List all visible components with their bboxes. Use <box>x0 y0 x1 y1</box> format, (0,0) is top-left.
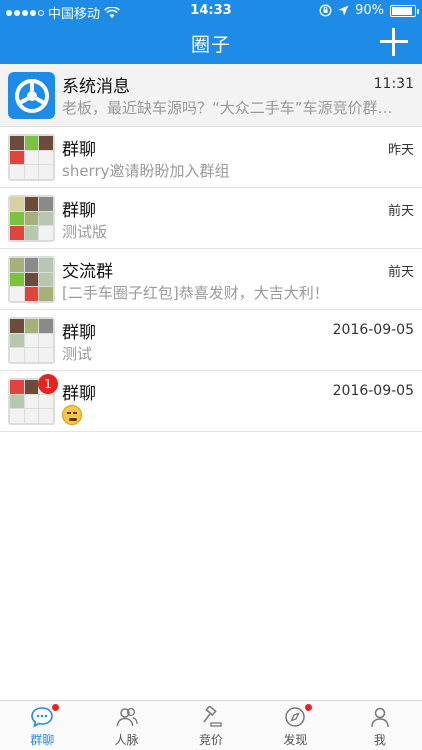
tab-bidding[interactable]: 竞价 <box>169 701 253 750</box>
angry-face-emoji-icon <box>62 405 82 425</box>
compass-icon <box>285 707 306 727</box>
tab-discover[interactable]: 发现 <box>253 701 337 750</box>
unread-badge: 1 <box>38 374 58 394</box>
chat-time: 2016-09-05 <box>332 322 414 338</box>
chat-row[interactable]: 群聊 测试版 前天 <box>0 188 422 249</box>
orientation-lock-icon <box>319 4 332 17</box>
chat-title: 交流群 <box>62 262 113 282</box>
page-title: 圈子 <box>190 34 231 56</box>
tab-label: 我 <box>373 733 386 747</box>
chat-time: 11:31 <box>373 76 414 92</box>
chat-bubble-icon <box>31 707 54 728</box>
chat-title: 系统消息 <box>62 77 130 97</box>
battery-level-fill <box>392 6 412 15</box>
tab-label: 人脉 <box>114 733 139 747</box>
chat-preview: 测试版 <box>62 223 108 241</box>
app-header: 中国移动 14:33 90% 圈子 <box>0 0 422 64</box>
tab-contacts[interactable]: 人脉 <box>84 701 168 750</box>
tab-me[interactable]: 我 <box>338 701 422 750</box>
chat-row[interactable]: 交流群 [二手车圈子红包]恭喜发财，大吉大利！ 前天 <box>0 249 422 310</box>
battery-icon <box>390 4 419 17</box>
chat-time: 前天 <box>387 204 414 219</box>
chat-row[interactable]: 1 群聊 2016-09-05 <box>0 371 422 432</box>
tab-group-chat[interactable]: 群聊 <box>0 701 84 750</box>
chat-preview: [二手车圈子红包]恭喜发财，大吉大利！ <box>62 284 329 302</box>
chat-title: 群聊 <box>62 323 96 343</box>
group-avatar <box>8 256 55 303</box>
battery-percent: 90% <box>355 3 384 18</box>
chat-time: 2016-09-05 <box>332 383 414 399</box>
bottom-tab-bar: 群聊 人脉 竞价 发现 我 <box>0 700 422 750</box>
tab-label: 竞价 <box>199 733 224 747</box>
status-right: 90% <box>319 3 419 18</box>
notification-dot <box>52 704 60 711</box>
notification-dot <box>305 704 313 711</box>
group-avatar <box>8 134 55 181</box>
chat-preview: 老板，最近缺车源吗？“大众二手车”车源竞价群… <box>62 99 393 117</box>
chat-preview: 测试 <box>62 345 93 363</box>
person-icon <box>371 707 389 728</box>
chat-title: 群聊 <box>62 201 96 221</box>
chat-time: 昨天 <box>387 143 414 158</box>
tab-label: 发现 <box>283 733 308 747</box>
chat-title: 群聊 <box>62 384 96 404</box>
chat-row[interactable]: 群聊 sherry邀请盼盼加入群组 昨天 <box>0 127 422 188</box>
chat-title: 群聊 <box>62 140 96 160</box>
chat-row[interactable]: 群聊 测试 2016-09-05 <box>0 310 422 371</box>
system-avatar-icon <box>8 72 55 119</box>
chat-row-system-message[interactable]: 系统消息 老板，最近缺车源吗？“大众二手车”车源竞价群… 11:31 <box>0 64 422 127</box>
contacts-icon <box>116 707 138 727</box>
tab-label: 群聊 <box>30 733 55 747</box>
add-icon[interactable] <box>380 28 408 56</box>
chat-preview: sherry邀请盼盼加入群组 <box>62 162 230 180</box>
chat-list: 系统消息 老板，最近缺车源吗？“大众二手车”车源竞价群… 11:31 群聊 sh… <box>0 64 422 432</box>
location-arrow-icon <box>338 5 349 16</box>
gavel-icon <box>203 706 222 727</box>
status-bar: 中国移动 14:33 90% <box>0 0 422 22</box>
group-avatar <box>8 195 55 242</box>
chat-time: 前天 <box>387 265 414 280</box>
group-avatar <box>8 317 55 364</box>
